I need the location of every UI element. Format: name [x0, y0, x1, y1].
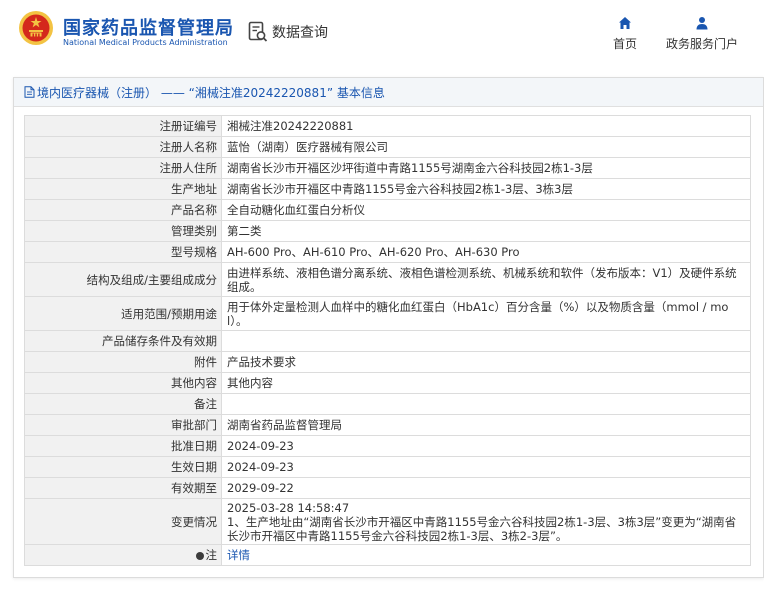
- panel-title: 境内医疗器械（注册） —— “湘械注准20242220881” 基本信息: [37, 85, 385, 100]
- row-label: 注册人名称: [24, 136, 222, 158]
- row-label: 适用范围/预期用途: [24, 296, 222, 331]
- row-value: [221, 330, 751, 352]
- row-label: 结构及组成/主要组成成分: [24, 262, 222, 297]
- data-search-icon: [248, 21, 268, 42]
- table-row: 产品名称 全自动糖化血红蛋白分析仪: [24, 199, 751, 221]
- row-value: 蓝怡（湖南）医疗器械有限公司: [221, 136, 751, 158]
- row-label: 生效日期: [24, 456, 222, 478]
- row-value: 湖南省长沙市开福区沙坪街道中青路1155号湖南金六谷科技园2栋1-3层: [221, 157, 751, 179]
- table-row: 附件 产品技术要求: [24, 351, 751, 373]
- table-row: 注册人名称 蓝怡（湖南）医疗器械有限公司: [24, 136, 751, 158]
- national-emblem-logo[interactable]: [18, 10, 54, 46]
- registration-info-table: 注册证编号 湘械注准20242220881 注册人名称 蓝怡（湖南）医疗器械有限…: [24, 115, 751, 566]
- nav-portal-label: 政务服务门户: [665, 37, 738, 51]
- row-label: 有效期至: [24, 477, 222, 499]
- table-row: 批准日期 2024-09-23: [24, 435, 751, 457]
- row-label: 备注: [24, 393, 222, 415]
- change-history-value: 2025-03-28 14:58:47 1、生产地址由“湖南省长沙市开福区中青路…: [221, 498, 751, 545]
- note-icon: [195, 551, 204, 560]
- details-link[interactable]: 详情: [227, 548, 250, 562]
- row-label: 产品储存条件及有效期: [24, 330, 222, 352]
- row-label: 审批部门: [24, 414, 222, 436]
- brand-title-en: National Medical Products Administration: [63, 38, 228, 47]
- table-row: 产品储存条件及有效期: [24, 330, 751, 352]
- user-icon: [696, 17, 708, 30]
- row-value: 湘械注准20242220881: [221, 115, 751, 137]
- table-row: 备注: [24, 393, 751, 415]
- row-value: 2029-09-22: [221, 477, 751, 499]
- row-value: 用于体外定量检测人血样中的糖化血红蛋白（HbA1c）百分含量（%）以及物质含量（…: [221, 296, 751, 331]
- row-value: 湖南省长沙市开福区中青路1155号金六谷科技园2栋1-3层、3栋3层: [221, 178, 751, 200]
- table-row: 变更情况 2025-03-28 14:58:47 1、生产地址由“湖南省长沙市开…: [24, 498, 751, 545]
- home-icon: [619, 17, 631, 29]
- row-label: 其他内容: [24, 372, 222, 394]
- panel-header: 境内医疗器械（注册） —— “湘械注准20242220881” 基本信息: [14, 78, 763, 107]
- table-row: 型号规格 AH-600 Pro、AH-610 Pro、AH-620 Pro、AH…: [24, 241, 751, 263]
- row-value: 详情: [221, 544, 751, 566]
- row-label: 型号规格: [24, 241, 222, 263]
- row-value: 全自动糖化血红蛋白分析仪: [221, 199, 751, 221]
- row-value: 产品技术要求: [221, 351, 751, 373]
- site-header: 国家药品监督管理局 National Medical Products Admi…: [0, 0, 764, 68]
- table-row: 注册证编号 湘械注准20242220881: [24, 115, 751, 137]
- row-value: 由进样系统、液相色谱分离系统、液相色谱检测系统、机械系统和软件（发布版本：V1）…: [221, 262, 751, 297]
- nav-home-label: 首页: [612, 37, 637, 51]
- row-label: 注册人住所: [24, 157, 222, 179]
- table-row: 注册人住所 湖南省长沙市开福区沙坪街道中青路1155号湖南金六谷科技园2栋1-3…: [24, 157, 751, 179]
- table-row: 适用范围/预期用途 用于体外定量检测人血样中的糖化血红蛋白（HbA1c）百分含量…: [24, 296, 751, 331]
- row-label: 生产地址: [24, 178, 222, 200]
- nav-service-portal[interactable]: 政务服务门户: [664, 16, 740, 52]
- table-row: 管理类别 第二类: [24, 220, 751, 242]
- row-value: 其他内容: [221, 372, 751, 394]
- row-label: 批准日期: [24, 435, 222, 457]
- row-value: 2024-09-23: [221, 456, 751, 478]
- row-value: 2024-09-23: [221, 435, 751, 457]
- nav-home[interactable]: 首页: [611, 16, 639, 52]
- row-value: 第二类: [221, 220, 751, 242]
- data-query-link[interactable]: 数据查询: [248, 20, 328, 44]
- table-row: 生效日期 2024-09-23: [24, 456, 751, 478]
- table-row: 其他内容 其他内容: [24, 372, 751, 394]
- row-value: [221, 393, 751, 415]
- note-label: 注: [205, 548, 218, 562]
- row-label: 附件: [24, 351, 222, 373]
- row-label: 产品名称: [24, 199, 222, 221]
- document-icon: [24, 86, 35, 98]
- row-label: 变更情况: [24, 498, 222, 545]
- row-label: 注: [24, 544, 222, 566]
- detail-panel: 境内医疗器械（注册） —— “湘械注准20242220881” 基本信息 注册证…: [13, 77, 764, 578]
- table-row: 审批部门 湖南省药品监督管理局: [24, 414, 751, 436]
- row-value: 湖南省药品监督管理局: [221, 414, 751, 436]
- row-label: 管理类别: [24, 220, 222, 242]
- table-row: 有效期至 2029-09-22: [24, 477, 751, 499]
- row-value: AH-600 Pro、AH-610 Pro、AH-620 Pro、AH-630 …: [221, 241, 751, 263]
- data-query-label: 数据查询: [272, 25, 328, 41]
- row-label: 注册证编号: [24, 115, 222, 137]
- table-row: 结构及组成/主要组成成分 由进样系统、液相色谱分离系统、液相色谱检测系统、机械系…: [24, 262, 751, 297]
- table-row: 注 详情: [24, 544, 751, 566]
- brand-title-cn: 国家药品监督管理局: [63, 18, 234, 39]
- table-row: 生产地址 湖南省长沙市开福区中青路1155号金六谷科技园2栋1-3层、3栋3层: [24, 178, 751, 200]
